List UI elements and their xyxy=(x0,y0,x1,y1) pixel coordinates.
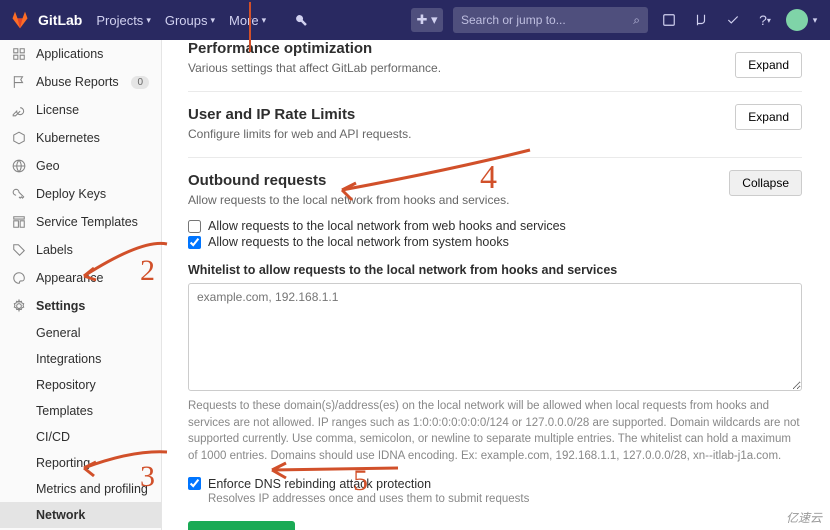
search-input[interactable]: Search or jump to... ⌕ xyxy=(453,7,648,33)
sidebar-subitem-repository[interactable]: Repository xyxy=(0,372,161,398)
sidebar-label: Kubernetes xyxy=(36,131,100,145)
section-desc: Various settings that affect GitLab perf… xyxy=(188,61,802,75)
section-desc: Configure limits for web and API request… xyxy=(188,127,802,141)
keyring-icon xyxy=(12,187,26,201)
whitelist-label: Whitelist to allow requests to the local… xyxy=(188,263,802,277)
grid-icon xyxy=(12,47,26,61)
sidebar-label: Abuse Reports xyxy=(36,75,119,89)
sidebar-label: Labels xyxy=(36,243,73,257)
sidebar-item-geo[interactable]: Geo xyxy=(0,152,161,180)
whitelist-textarea[interactable] xyxy=(188,283,802,391)
key-icon xyxy=(12,103,26,117)
section-performance: Expand Performance optimization Various … xyxy=(188,40,802,92)
sidebar-subitem-reporting[interactable]: Reporting xyxy=(0,450,161,476)
user-dropdown-chevron-icon[interactable]: ▾ xyxy=(810,9,820,31)
sidebar-subitem-integrations[interactable]: Integrations xyxy=(0,346,161,372)
sidebar-label: Deploy Keys xyxy=(36,187,106,201)
globe-icon xyxy=(12,159,26,173)
checkbox-label: Enforce DNS rebinding attack protection xyxy=(208,477,431,491)
badge: 0 xyxy=(131,76,149,89)
section-rate-limits: Expand User and IP Rate Limits Configure… xyxy=(188,92,802,158)
sidebar-item-appearance[interactable]: Appearance xyxy=(0,264,161,292)
section-title: Outbound requests xyxy=(188,172,802,189)
brand-name: GitLab xyxy=(38,12,82,28)
section-desc: Allow requests to the local network from… xyxy=(188,193,802,207)
nav-more[interactable]: More▾ xyxy=(229,13,266,28)
sidebar-subitem-metrics-and-profiling[interactable]: Metrics and profiling xyxy=(0,476,161,502)
whitelist-help-text: Requests to these domain(s)/address(es) … xyxy=(188,398,802,465)
admin-sidebar: Applications Abuse Reports 0 License Kuberne… xyxy=(0,40,162,530)
dns-rebinding-checkbox-row[interactable]: Enforce DNS rebinding attack protection xyxy=(188,477,802,491)
sidebar-subitem-general[interactable]: General xyxy=(0,320,161,346)
sidebar-subitem-templates[interactable]: Templates xyxy=(0,398,161,424)
allow-web-hooks-checkbox[interactable] xyxy=(188,220,201,233)
sidebar-item-service-templates[interactable]: Service Templates xyxy=(0,208,161,236)
dns-rebinding-checkbox[interactable] xyxy=(188,477,201,490)
sidebar-subitem-ci/cd[interactable]: CI/CD xyxy=(0,424,161,450)
collapse-button[interactable]: Collapse xyxy=(729,170,802,196)
sidebar-item-labels[interactable]: Labels xyxy=(0,236,161,264)
tag-icon xyxy=(12,243,26,257)
section-title: User and IP Rate Limits xyxy=(188,106,802,123)
sidebar-subitem-network[interactable]: Network xyxy=(0,502,161,528)
checkbox-label: Allow requests to the local network from… xyxy=(208,219,566,233)
sidebar-label: License xyxy=(36,103,79,117)
template-icon xyxy=(12,215,26,229)
sidebar-item-applications[interactable]: Applications xyxy=(0,40,161,68)
gear-icon xyxy=(12,299,26,313)
issues-icon[interactable] xyxy=(658,9,680,31)
search-icon: ⌕ xyxy=(633,13,640,28)
main-content: Expand Performance optimization Various … xyxy=(162,40,830,530)
sidebar-label: Service Templates xyxy=(36,215,138,229)
expand-button[interactable]: Expand xyxy=(735,52,802,78)
nav-projects[interactable]: Projects▾ xyxy=(96,13,151,28)
sidebar-item-deploy-keys[interactable]: Deploy Keys xyxy=(0,180,161,208)
sidebar-item-license[interactable]: License xyxy=(0,96,161,124)
flag-icon xyxy=(12,75,26,89)
sidebar-label: Settings xyxy=(36,299,85,313)
appearance-icon xyxy=(12,271,26,285)
cube-icon xyxy=(12,131,26,145)
dns-help-text: Resolves IP addresses once and uses them… xyxy=(208,493,802,505)
admin-wrench-icon[interactable] xyxy=(290,9,312,31)
save-changes-button[interactable]: Save changes xyxy=(188,521,295,530)
sidebar-item-settings[interactable]: Settings xyxy=(0,292,161,320)
nav-groups[interactable]: Groups▾ xyxy=(165,13,215,28)
section-outbound-requests: Collapse Outbound requests Allow request… xyxy=(188,158,802,530)
sidebar-label: Applications xyxy=(36,47,103,61)
top-navigation-bar: GitLab Projects▾ Groups▾ More▾ ✚ ▾ Searc… xyxy=(0,0,830,40)
search-placeholder: Search or jump to... xyxy=(461,13,566,27)
allow-system-hooks-checkbox[interactable] xyxy=(188,236,201,249)
allow-web-hooks-checkbox-row[interactable]: Allow requests to the local network from… xyxy=(188,219,802,233)
plus-dropdown[interactable]: ✚ ▾ xyxy=(411,8,443,32)
section-title: Performance optimization xyxy=(188,40,802,57)
checkbox-label: Allow requests to the local network from… xyxy=(208,235,509,249)
todos-icon[interactable] xyxy=(722,9,744,31)
allow-system-hooks-checkbox-row[interactable]: Allow requests to the local network from… xyxy=(188,235,802,249)
watermark: 亿速云 xyxy=(786,509,822,526)
user-avatar[interactable] xyxy=(786,9,808,31)
sidebar-label: Geo xyxy=(36,159,60,173)
sidebar-item-abuse-reports[interactable]: Abuse Reports 0 xyxy=(0,68,161,96)
sidebar-item-kubernetes[interactable]: Kubernetes xyxy=(0,124,161,152)
gitlab-logo-icon xyxy=(10,10,30,30)
help-icon[interactable]: ?▾ xyxy=(754,9,776,31)
expand-button[interactable]: Expand xyxy=(735,104,802,130)
sidebar-label: Appearance xyxy=(36,271,103,285)
merge-requests-icon[interactable] xyxy=(690,9,712,31)
